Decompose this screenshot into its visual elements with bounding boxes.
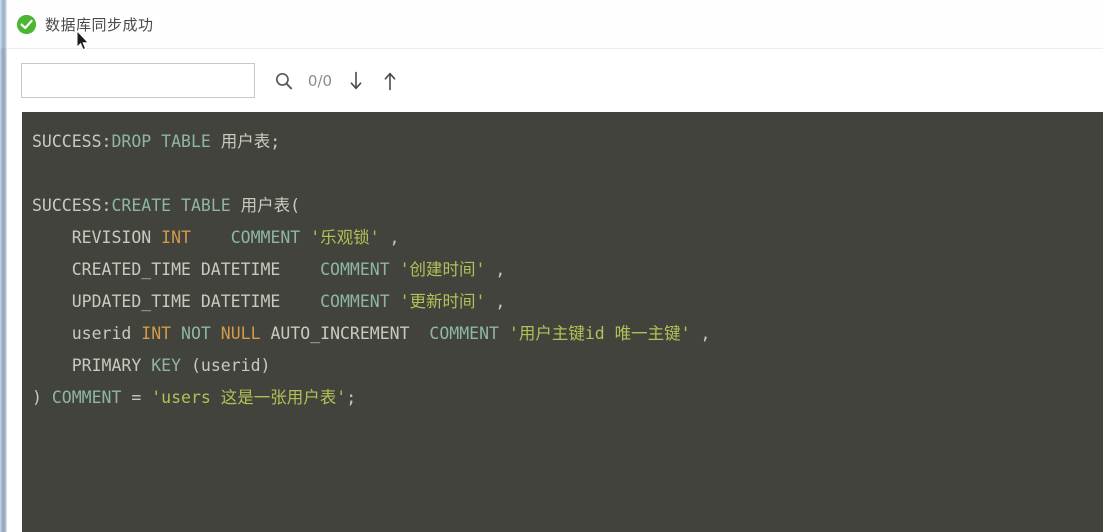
left-edge-scroll-strip[interactable] [0, 0, 7, 532]
code-token-plain: SUCCESS: [32, 196, 112, 215]
code-token-keyword: COMMENT [429, 324, 499, 343]
code-line: CREATED_TIME DATETIME COMMENT '创建时间' , [32, 260, 506, 279]
search-icon[interactable] [267, 64, 301, 98]
app-window: 数据库同步成功 0/0 SUCCESS:DROP TABLE 用户表; SUCC… [0, 0, 1103, 532]
code-token-plain: UPDATED_TIME DATETIME [32, 292, 321, 311]
code-token-plain: ; [346, 388, 357, 407]
code-line: REVISION INT COMMENT '乐观锁' , [32, 228, 400, 247]
find-toolbar: 0/0 [7, 49, 1103, 112]
code-token-string: '用户主键id 唯一主键' [508, 324, 691, 343]
code-token-keyword: KEY [151, 356, 182, 375]
sql-console-output[interactable]: SUCCESS:DROP TABLE 用户表; SUCCESS:CREATE T… [22, 112, 1103, 532]
status-header: 数据库同步成功 [7, 0, 1103, 49]
check-circle-icon [17, 14, 36, 34]
code-token-keyword: CREATE TABLE [111, 196, 231, 215]
left-edge-scroll-strip-top[interactable] [0, 0, 7, 48]
status-message: 数据库同步成功 [45, 15, 154, 34]
code-line: userid INT NOT NULL AUTO_INCREMENT COMME… [32, 324, 711, 343]
find-controls: 0/0 [267, 64, 407, 98]
code-token-plain: = [121, 388, 152, 407]
code-line: PRIMARY KEY (userid) [32, 356, 271, 375]
code-token-keyword: COMMENT [320, 260, 390, 279]
code-token-plain: userid [32, 324, 142, 343]
code-token-plain: , [690, 324, 711, 343]
code-line: SUCCESS:DROP TABLE 用户表; [32, 132, 280, 151]
code-line: SUCCESS:CREATE TABLE 用户表( [32, 196, 300, 215]
search-input[interactable] [21, 63, 255, 98]
code-line: UPDATED_TIME DATETIME COMMENT '更新时间' , [32, 292, 506, 311]
code-token-keyword: DROP TABLE [111, 132, 211, 151]
match-counter: 0/0 [307, 71, 333, 90]
code-token-string: '更新时间' [399, 292, 486, 311]
code-token-type: INT [141, 324, 172, 343]
code-token-plain: , [485, 260, 506, 279]
code-token-plain: , [379, 228, 400, 247]
console-inner: SUCCESS:DROP TABLE 用户表; SUCCESS:CREATE T… [22, 112, 1103, 414]
code-token-keyword: COMMENT [320, 292, 390, 311]
sql-code-block: SUCCESS:DROP TABLE 用户表; SUCCESS:CREATE T… [32, 126, 1103, 414]
code-token-type: INT [161, 228, 191, 247]
code-token-plain: CREATED_TIME DATETIME [32, 260, 321, 279]
code-token-plain: 用户表( [230, 196, 301, 215]
arrow-down-icon[interactable] [339, 64, 373, 98]
code-token-string: '乐观锁' [310, 228, 380, 247]
code-line: ) COMMENT = 'users 这是一张用户表'; [32, 388, 356, 407]
code-token-plain: ) [32, 388, 52, 407]
arrow-up-icon[interactable] [373, 64, 407, 98]
code-token-keyword: COMMENT [230, 228, 301, 247]
code-token-plain: AUTO_INCREMENT [260, 324, 430, 343]
code-token-plain: SUCCESS: [32, 132, 112, 151]
code-token-plain: 用户表; [210, 132, 281, 151]
code-token-keyword: COMMENT [51, 388, 122, 407]
code-token-string: 'users 这是一张用户表' [151, 388, 347, 407]
code-token-keyword: NOT [181, 324, 211, 343]
code-token-type: NULL [220, 324, 261, 343]
code-token-string: '创建时间' [399, 260, 486, 279]
code-token-plain: PRIMARY [32, 356, 152, 375]
code-token-plain: REVISION [32, 228, 162, 247]
code-token-plain: , [485, 292, 506, 311]
code-token-plain: (userid) [181, 356, 271, 375]
